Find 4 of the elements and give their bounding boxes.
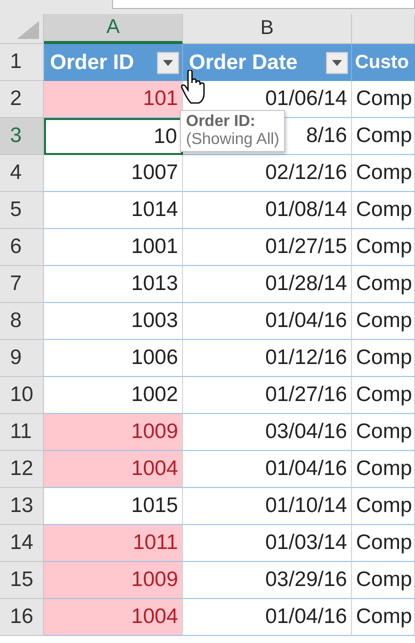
header-cell: Custo [355,52,409,74]
header-cell: Order ID [50,50,134,74]
header-cell: Order Date [189,50,298,74]
tooltip-text: (Showing All) [186,131,280,149]
